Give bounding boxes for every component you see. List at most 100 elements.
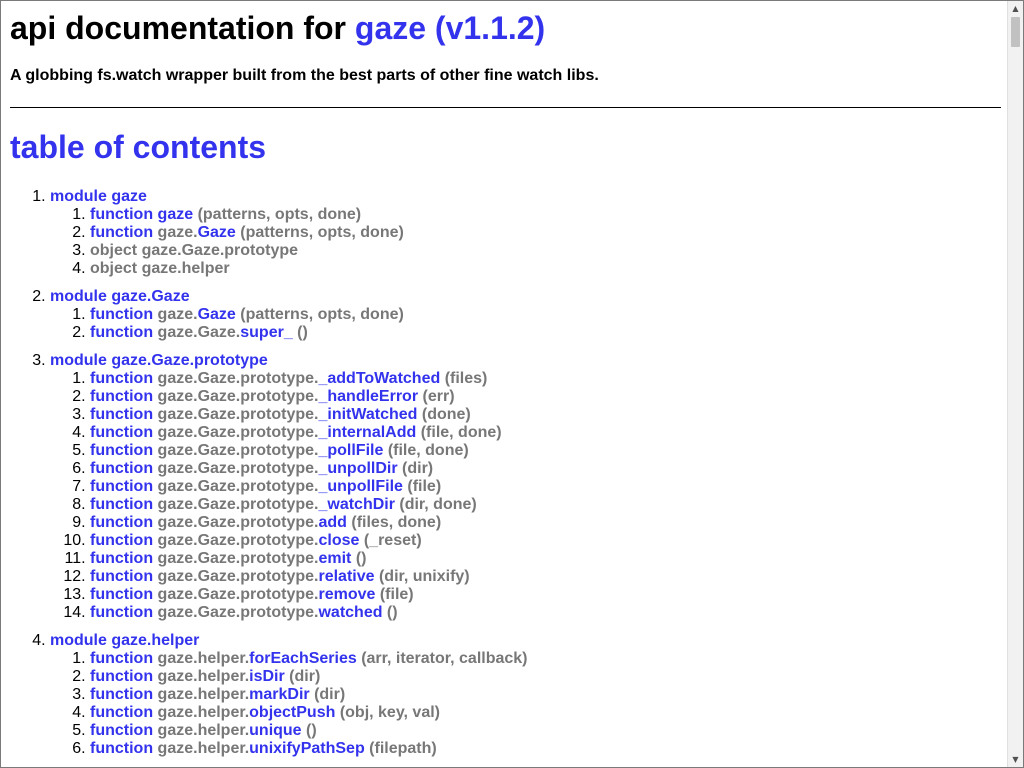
toc-member-item: function gaze.Gaze.prototype.close (_res… (90, 532, 1001, 550)
member-kind-link[interactable]: function (90, 442, 153, 459)
member-prefix: gaze.Gaze.prototype. (157, 478, 319, 495)
member-name-link[interactable]: objectPush (249, 704, 335, 721)
toc-module-item: module gaze.Gazefunction gaze.Gaze (patt… (50, 288, 1001, 342)
member-kind-link[interactable]: function (90, 388, 153, 405)
member-kind-link[interactable]: function (90, 478, 153, 495)
scrollbar-thumb[interactable] (1011, 17, 1020, 47)
module-members-list: function gaze (patterns, opts, done) func… (50, 206, 1001, 278)
member-prefix: gaze.helper. (157, 650, 250, 667)
member-prefix: gaze.Gaze.prototype. (157, 388, 319, 405)
page-title: api documentation for gaze (v1.1.2) (10, 10, 1001, 47)
member-name-link[interactable]: _pollFile (318, 442, 383, 459)
member-kind-link[interactable]: function (90, 568, 153, 585)
member-name-link[interactable]: Gaze (198, 306, 236, 323)
module-link[interactable]: module gaze (50, 188, 147, 205)
member-name-link[interactable]: emit (318, 550, 351, 567)
package-title-link[interactable]: gaze (v1.1.2) (355, 10, 545, 46)
member-signature: (patterns, opts, done) (235, 224, 404, 241)
member-kind-label: object (90, 242, 138, 259)
member-kind-link[interactable]: function (90, 740, 153, 757)
member-signature: (dir, done) (394, 496, 477, 513)
member-signature: (patterns, opts, done) (193, 206, 362, 223)
member-kind-link[interactable]: function (90, 586, 153, 603)
module-members-list: function gaze.Gaze.prototype._addToWatch… (50, 370, 1001, 622)
member-name-link[interactable]: _handleError (318, 388, 418, 405)
member-signature: (obj, key, val) (335, 704, 440, 721)
member-name-link[interactable]: _unpollFile (318, 478, 402, 495)
scroll-down-arrow-icon[interactable]: ▼ (1008, 752, 1023, 767)
member-kind-link[interactable]: function (90, 324, 153, 341)
member-kind-link[interactable]: function (90, 206, 153, 223)
member-kind-link[interactable]: function (90, 406, 153, 423)
member-signature: (arr, iterator, callback) (356, 650, 528, 667)
scroll-up-arrow-icon[interactable]: ▲ (1008, 1, 1023, 16)
toc-member-item: object gaze.helper (90, 260, 1001, 278)
member-kind-link[interactable]: function (90, 224, 153, 241)
member-signature: (files) (440, 370, 488, 387)
member-signature: (file, done) (416, 424, 502, 441)
member-name-link[interactable]: Gaze (198, 224, 236, 241)
member-name-link[interactable]: forEachSeries (249, 650, 357, 667)
member-kind-link[interactable]: function (90, 370, 153, 387)
member-name-link[interactable]: relative (318, 568, 374, 585)
member-signature: (files, done) (346, 514, 442, 531)
toc-member-item: function gaze.Gaze.prototype.add (files,… (90, 514, 1001, 532)
member-kind-link[interactable]: function (90, 424, 153, 441)
member-kind-link[interactable]: function (90, 532, 153, 549)
package-description: A globbing fs.watch wrapper built from t… (10, 67, 599, 84)
member-kind-link[interactable]: function (90, 514, 153, 531)
member-kind-link[interactable]: function (90, 686, 153, 703)
member-kind-link[interactable]: function (90, 722, 153, 739)
member-name-link[interactable]: unique (249, 722, 301, 739)
member-kind-link[interactable]: function (90, 668, 153, 685)
toc-member-item: function gaze.Gaze.prototype.watched () (90, 604, 1001, 622)
member-name-link[interactable]: isDir (249, 668, 285, 685)
toc-member-item: object gaze.Gaze.prototype (90, 242, 1001, 260)
member-name-link[interactable]: super_ (240, 324, 292, 341)
member-kind-link[interactable]: function (90, 460, 153, 477)
member-prefix: gaze.Gaze.prototype. (157, 496, 319, 513)
member-name-link[interactable]: watched (318, 604, 382, 621)
member-kind-link[interactable]: function (90, 650, 153, 667)
divider (10, 107, 1001, 108)
member-signature: (err) (418, 388, 455, 405)
member-name-link[interactable]: _unpollDir (318, 460, 397, 477)
member-prefix: gaze.Gaze.prototype. (157, 550, 319, 567)
member-signature: (filepath) (364, 740, 437, 757)
member-prefix: gaze.helper. (157, 722, 250, 739)
member-prefix: gaze.Gaze.prototype. (157, 586, 319, 603)
toc-member-item: function gaze.Gaze.prototype._internalAd… (90, 424, 1001, 442)
member-name-link[interactable]: _watchDir (318, 496, 394, 513)
member-kind-link[interactable]: function (90, 704, 153, 721)
module-link[interactable]: module gaze.helper (50, 632, 199, 649)
member-name-link[interactable]: gaze (158, 206, 194, 223)
member-prefix: gaze.Gaze.prototype. (157, 514, 319, 531)
member-kind-link[interactable]: function (90, 306, 153, 323)
member-signature: (dir) (309, 686, 346, 703)
member-signature: (file) (375, 586, 414, 603)
member-prefix: gaze.Gaze.prototype. (157, 406, 319, 423)
member-kind-link[interactable]: function (90, 496, 153, 513)
member-signature: (dir) (284, 668, 321, 685)
toc-member-item: function gaze.Gaze (patterns, opts, done… (90, 306, 1001, 324)
member-name-link[interactable]: _initWatched (318, 406, 417, 423)
toc-member-item: function gaze.Gaze.prototype.emit () (90, 550, 1001, 568)
toc-member-item: function gaze.Gaze.prototype._addToWatch… (90, 370, 1001, 388)
vertical-scrollbar[interactable]: ▲ ▼ (1007, 1, 1023, 767)
toc-member-item: function gaze.Gaze.prototype._unpollFile… (90, 478, 1001, 496)
toc-member-item: function gaze.Gaze.prototype.remove (fil… (90, 586, 1001, 604)
member-name-link[interactable]: _internalAdd (318, 424, 416, 441)
module-link[interactable]: module gaze.Gaze.prototype (50, 352, 268, 369)
member-kind-link[interactable]: function (90, 604, 153, 621)
member-name-link[interactable]: _addToWatched (318, 370, 440, 387)
member-name-link[interactable]: close (318, 532, 359, 549)
member-name-link[interactable]: unixifyPathSep (249, 740, 365, 757)
member-name-link[interactable]: add (318, 514, 346, 531)
toc-member-item: function gaze.helper.forEachSeries (arr,… (90, 650, 1001, 668)
module-link[interactable]: module gaze.Gaze (50, 288, 190, 305)
member-prefix: gaze.helper. (157, 668, 250, 685)
member-name-link[interactable]: markDir (249, 686, 309, 703)
member-name-link[interactable]: remove (318, 586, 375, 603)
member-kind-link[interactable]: function (90, 550, 153, 567)
member-prefix: gaze.Gaze.prototype. (157, 532, 319, 549)
